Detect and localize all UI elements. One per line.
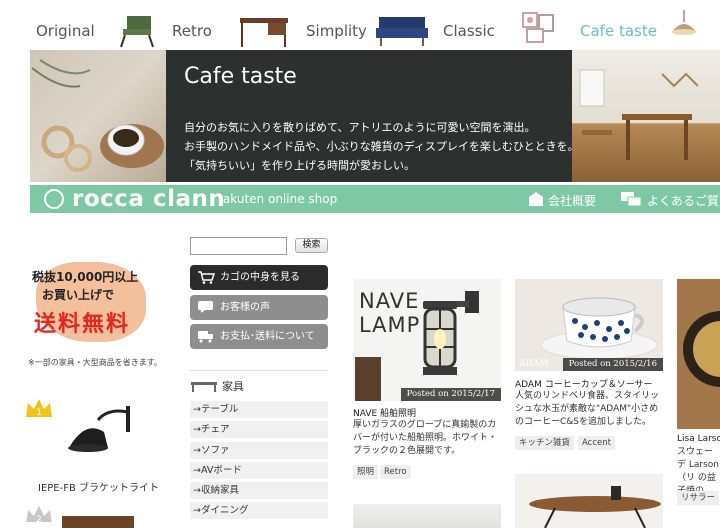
product-title[interactable]: NAVE 船舶照明	[353, 406, 416, 419]
tab-retro[interactable]: Retro	[172, 22, 212, 40]
product-image-adam-cup[interactable]: ADAM Posted on 2015/2/16	[515, 279, 663, 371]
logo-mark-icon	[44, 189, 64, 209]
payment-shipping-button[interactable]: お支払･送料について	[190, 324, 328, 349]
cart-icon	[198, 271, 215, 284]
shop-header-bar: rocca clann rakuten online shop 会社概要 よくあ…	[30, 185, 720, 213]
promo-free-shipping: 送料無料	[34, 312, 131, 337]
product-tag[interactable]: キッチン雑貨	[515, 436, 575, 450]
view-cart-button[interactable]: カゴの中身を見る	[190, 265, 328, 290]
shop-subtitle: rakuten online shop	[218, 192, 338, 206]
bracket-light-image[interactable]	[58, 402, 138, 457]
customer-reviews-button[interactable]: お客様の声	[190, 295, 328, 320]
promo-note: ※一部の家具・大型商品を省きます。	[28, 358, 162, 367]
rank-1-caption[interactable]: IEPE-FB ブラケットライト	[38, 479, 159, 494]
hero-photo-coffee	[30, 50, 166, 182]
product-image-nave-lamp[interactable]: NAVE LAMP Posted on 2015/2/17	[353, 279, 501, 401]
hero-line: お手製のハンドメイド品や、小ぶりな雑貨のディスプレイを楽しむひとときを。	[184, 140, 579, 153]
pendant-lamp-thumbnail[interactable]	[667, 10, 701, 40]
hero-line: 「気持ちいい」を作り上げる時間が愛おしい。	[184, 159, 415, 172]
building-icon	[529, 192, 543, 206]
tab-classic[interactable]: Classic	[443, 22, 495, 40]
sidebar-item-chair[interactable]: →チェア	[190, 421, 328, 438]
product-tag[interactable]: Retro	[380, 465, 411, 479]
product-image-next[interactable]	[353, 504, 501, 528]
faq-link[interactable]: よくあるご質問	[647, 192, 720, 209]
hero-caption-panel: Cafe taste 自分のお気に入りを散りばめて、アトリエのように可愛い空間を…	[166, 50, 579, 182]
product-tag[interactable]: リサラー	[677, 491, 720, 505]
crown-rank-1-icon: 1	[26, 399, 52, 417]
plate-illustration	[683, 311, 720, 387]
room-illustration	[579, 69, 699, 160]
nave-lamp-illustration	[355, 291, 479, 401]
category-divider	[190, 370, 328, 371]
hero-line: 自分のお気に入りを散りばめて、アトリエのように可愛い空間を演出。	[184, 121, 536, 134]
sidebar-item-av-board[interactable]: →AVボード	[190, 462, 328, 479]
promo-condition: お買い上げで	[42, 288, 115, 302]
posted-date: Posted on 2015/2/16	[562, 358, 663, 371]
rank-1-number: 1	[36, 408, 42, 417]
sidebar-item-table[interactable]: →テーブル	[190, 401, 328, 418]
payment-shipping-label: お支払･送料について	[220, 331, 315, 342]
hero-description: 自分のお気に入りを散りばめて、アトリエのように可愛い空間を演出。 お手製のハンド…	[184, 118, 579, 175]
free-shipping-promo[interactable]: 税抜10,000円以上 お買い上げで 送料無料	[28, 260, 158, 350]
product-title[interactable]: Lisa Larso	[677, 434, 720, 444]
tab-original[interactable]: Original	[36, 22, 95, 40]
rank-2-number: 2	[36, 515, 42, 522]
promo-threshold: 税抜10,000円以上	[32, 270, 139, 284]
category-heading-furniture: 家具	[222, 380, 244, 393]
cafe-frames-thumbnail[interactable]	[522, 12, 556, 44]
coffee-cup-illustration	[31, 59, 164, 172]
simplity-desk-thumbnail[interactable]	[238, 14, 290, 48]
hero-banner: Cafe taste 自分のお気に入りを散りばめて、アトリエのように可愛い空間を…	[30, 50, 720, 182]
customer-reviews-label: お客様の声	[220, 302, 270, 313]
product-image-table[interactable]	[515, 474, 663, 528]
shop-logo[interactable]: rocca clann	[72, 186, 225, 212]
sidebar-item-sofa[interactable]: →ソファ	[190, 442, 328, 459]
tab-cafe-taste[interactable]: Cafe taste	[580, 22, 657, 40]
faq-chat-icon	[621, 192, 642, 207]
product-title[interactable]: ADAM コーヒーカップ＆ソーサー	[515, 377, 653, 390]
retro-chair-thumbnail[interactable]	[117, 14, 157, 48]
crown-rank-2-icon: 2	[26, 506, 52, 522]
classic-sofa-thumbnail[interactable]	[375, 14, 429, 48]
posted-date: Posted on 2015/2/17	[400, 388, 501, 401]
product-image-lisa-larson[interactable]	[677, 279, 720, 429]
truck-icon	[198, 331, 213, 343]
image-text: ADAM	[519, 359, 549, 369]
rank-2-image[interactable]	[58, 512, 138, 528]
company-info-link[interactable]: 会社概要	[548, 192, 596, 209]
sidebar-item-storage[interactable]: →収納家具	[190, 482, 328, 499]
product-tag[interactable]: Accent	[578, 436, 615, 450]
table-illustration	[529, 486, 661, 528]
product-tag[interactable]: 照明	[353, 465, 379, 479]
speech-bubble-icon	[198, 301, 213, 313]
product-description: 厚いガラスのグローブに真鍮製のカバーが付いた船舶照明。ホワイト・ブラックの２色展…	[353, 420, 498, 456]
view-cart-label: カゴの中身を見る	[220, 272, 300, 283]
search-input[interactable]	[190, 237, 287, 255]
tab-simplity[interactable]: Simplity	[306, 22, 367, 40]
sidebar-item-dining[interactable]: →ダイニング	[190, 502, 328, 519]
product-description: 人気のリンドベリ食器、スタイリッシュな水玉が素敵な"ADAM"小さめのコーヒーC…	[515, 391, 660, 427]
hero-photo-room	[572, 50, 720, 182]
search-button[interactable]: 検索	[295, 238, 328, 253]
category-nav: Original Retro Simplity Classic Cafe tas…	[0, 0, 720, 50]
hero-title: Cafe taste	[184, 64, 297, 89]
